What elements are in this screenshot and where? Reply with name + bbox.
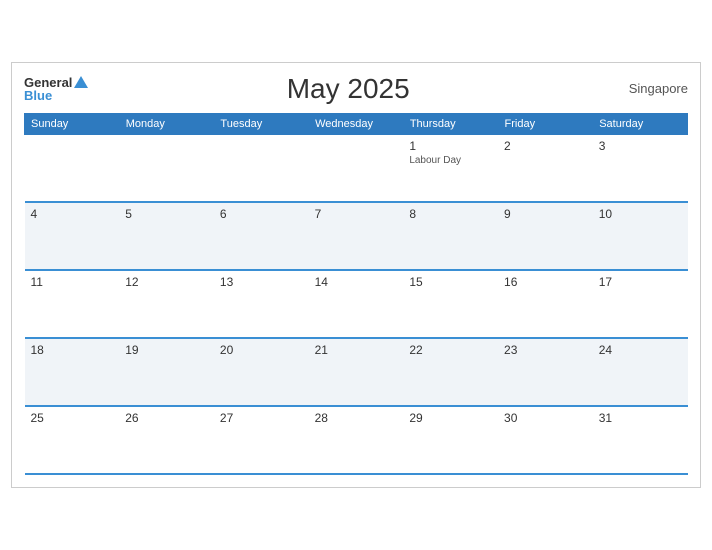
day-cell-w1-d3: [214, 134, 309, 202]
day-number: 7: [315, 207, 398, 221]
day-cell-w4-d4: 21: [309, 338, 404, 406]
logo-blue-text: Blue: [24, 89, 88, 102]
day-cell-w3-d7: 17: [593, 270, 688, 338]
day-number: 2: [504, 139, 587, 153]
calendar-region: Singapore: [608, 81, 688, 96]
day-cell-w2-d3: 6: [214, 202, 309, 270]
day-cell-w2-d7: 10: [593, 202, 688, 270]
day-number: 29: [409, 411, 492, 425]
day-number: 11: [31, 275, 114, 289]
day-number: 18: [31, 343, 114, 357]
day-number: 14: [315, 275, 398, 289]
week-row-2: 456789 10: [25, 202, 688, 270]
day-number: 16: [504, 275, 587, 289]
week-row-1: 1 Labour Day 23: [25, 134, 688, 202]
day-cell-w2-d4: 7: [309, 202, 404, 270]
week-row-4: 18 19 20 21 22 23 24: [25, 338, 688, 406]
day-number: 15: [409, 275, 492, 289]
day-number: 22: [409, 343, 492, 357]
logo-general-text: General: [24, 76, 72, 89]
day-cell-w4-d7: 24: [593, 338, 688, 406]
day-cell-w3-d5: 15: [403, 270, 498, 338]
week-row-3: 11 12 13 14 15 16 17: [25, 270, 688, 338]
day-number: 26: [125, 411, 208, 425]
day-cell-w5-d5: 29: [403, 406, 498, 474]
day-cell-w1-d4: [309, 134, 404, 202]
day-number: 17: [599, 275, 682, 289]
day-cell-w3-d2: 12: [119, 270, 214, 338]
day-cell-w2-d2: 5: [119, 202, 214, 270]
day-cell-w1-d7: 3: [593, 134, 688, 202]
day-cell-w2-d1: 4: [25, 202, 120, 270]
day-cell-w5-d7: 31: [593, 406, 688, 474]
day-number: 19: [125, 343, 208, 357]
calendar-header: General Blue May 2025 Singapore: [24, 73, 688, 105]
day-cell-w1-d6: 2: [498, 134, 593, 202]
header-sunday: Sunday: [25, 113, 120, 134]
day-number: 9: [504, 207, 587, 221]
day-cell-w2-d6: 9: [498, 202, 593, 270]
logo: General Blue: [24, 76, 88, 102]
day-cell-w5-d4: 28: [309, 406, 404, 474]
day-number: 3: [599, 139, 682, 153]
header-wednesday: Wednesday: [309, 113, 404, 134]
day-number: 30: [504, 411, 587, 425]
day-number: 31: [599, 411, 682, 425]
day-number: 12: [125, 275, 208, 289]
day-cell-w1-d2: [119, 134, 214, 202]
header-friday: Friday: [498, 113, 593, 134]
day-cell-w4-d5: 22: [403, 338, 498, 406]
day-cell-w1-d1: [25, 134, 120, 202]
logo-general: General: [24, 76, 88, 89]
day-cell-w3-d4: 14: [309, 270, 404, 338]
day-cell-w5-d2: 26: [119, 406, 214, 474]
day-cell-w4-d6: 23: [498, 338, 593, 406]
day-number: 1: [409, 139, 492, 153]
day-cell-w3-d3: 13: [214, 270, 309, 338]
day-number: 5: [125, 207, 208, 221]
day-number: 8: [409, 207, 492, 221]
weekday-header-row: Sunday Monday Tuesday Wednesday Thursday…: [25, 113, 688, 134]
day-cell-w1-d5: 1 Labour Day: [403, 134, 498, 202]
day-number: 20: [220, 343, 303, 357]
day-number: 13: [220, 275, 303, 289]
day-number: 21: [315, 343, 398, 357]
header-saturday: Saturday: [593, 113, 688, 134]
header-thursday: Thursday: [403, 113, 498, 134]
calendar-title: May 2025: [88, 73, 608, 105]
day-cell-w2-d5: 8: [403, 202, 498, 270]
calendar-container: General Blue May 2025 Singapore Sunday M…: [11, 62, 701, 489]
week-row-5: 25 26 27 28 29 30 31: [25, 406, 688, 474]
day-number: 6: [220, 207, 303, 221]
day-number: 24: [599, 343, 682, 357]
day-cell-w3-d1: 11: [25, 270, 120, 338]
day-cell-w4-d2: 19: [119, 338, 214, 406]
header-monday: Monday: [119, 113, 214, 134]
day-number: 28: [315, 411, 398, 425]
event-label: Labour Day: [409, 155, 492, 166]
day-cell-w3-d6: 16: [498, 270, 593, 338]
day-cell-w5-d6: 30: [498, 406, 593, 474]
day-number: 23: [504, 343, 587, 357]
day-number: 25: [31, 411, 114, 425]
day-number: 10: [599, 207, 682, 221]
day-cell-w4-d1: 18: [25, 338, 120, 406]
calendar-grid: Sunday Monday Tuesday Wednesday Thursday…: [24, 113, 688, 476]
header-tuesday: Tuesday: [214, 113, 309, 134]
day-cell-w5-d1: 25: [25, 406, 120, 474]
logo-triangle-icon: [74, 76, 88, 88]
day-cell-w4-d3: 20: [214, 338, 309, 406]
day-number: 4: [31, 207, 114, 221]
day-cell-w5-d3: 27: [214, 406, 309, 474]
day-number: 27: [220, 411, 303, 425]
